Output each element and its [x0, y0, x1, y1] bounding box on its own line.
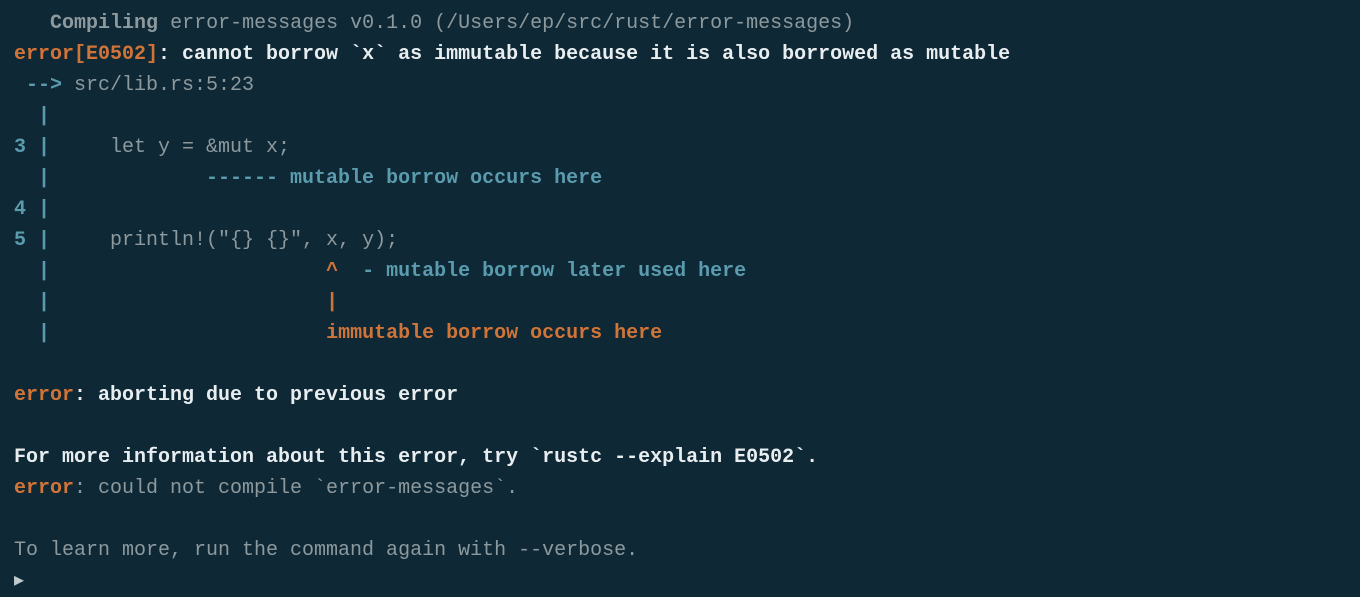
gutter-pipe: | [14, 105, 50, 128]
code-line-5: println!("{} {}", x, y); [50, 229, 398, 252]
underline-3: | ------ [14, 167, 278, 190]
pipe-prefix: | [14, 291, 326, 314]
caret-prefix: | [14, 260, 326, 283]
compile-fail-label: error [14, 477, 74, 500]
code-line-3: let y = &mut x; [50, 136, 290, 159]
error-message: : cannot borrow `x` as immutable because… [158, 43, 1010, 66]
compile-fail-message: : could not compile `error-messages`. [74, 477, 518, 500]
annotation-mutable-borrow: mutable borrow occurs here [278, 167, 602, 190]
compile-package: error-messages v0.1.0 (/Users/ep/src/rus… [170, 12, 854, 35]
abort-error-label: error [14, 384, 74, 407]
abort-message: : aborting due to previous error [74, 384, 458, 407]
location-arrow: --> [14, 74, 62, 97]
learn-more: To learn more, run the command again wit… [14, 539, 638, 562]
line-number-4: 4 | [14, 198, 50, 221]
annotation-immutable-borrow: immutable borrow occurs here [326, 322, 662, 345]
error-code: error[E0502] [14, 43, 158, 66]
more-info: For more information about this error, t… [14, 446, 818, 469]
terminal-output: Compiling error-messages v0.1.0 (/Users/… [14, 8, 1346, 597]
pipe-underline-icon: | [326, 291, 338, 314]
caret-icon: ^ [326, 260, 338, 283]
line-number-5: 5 | [14, 229, 50, 252]
annotation-later-used: - mutable borrow later used here [338, 260, 746, 283]
immutable-prefix: | [14, 322, 326, 345]
compiling-label: Compiling [14, 12, 158, 35]
line-number-3: 3 | [14, 136, 50, 159]
cursor-icon[interactable]: ▸ [14, 570, 24, 593]
location-file: src/lib.rs:5:23 [62, 74, 254, 97]
